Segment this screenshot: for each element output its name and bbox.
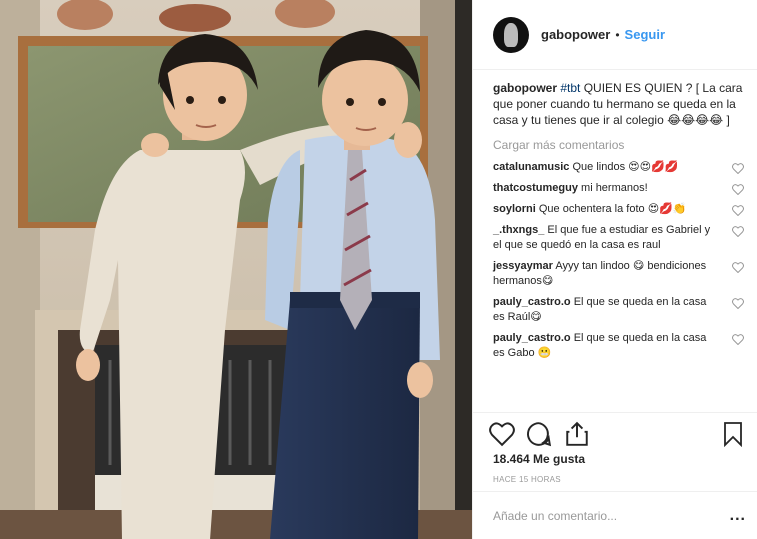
header-separator: •: [615, 27, 620, 42]
post-side-panel: gabopower • Seguir gabopower #tbt QUIEN …: [472, 0, 757, 539]
heart-icon[interactable]: [732, 205, 744, 216]
heart-icon[interactable]: [732, 334, 744, 345]
caption-username[interactable]: gabopower: [493, 81, 557, 95]
comment-username[interactable]: _.thxngs_: [493, 224, 544, 236]
comment-username[interactable]: pauly_castro.o: [493, 296, 571, 308]
comment-username[interactable]: pauly_castro.o: [493, 332, 571, 344]
photo-illustration: [0, 0, 472, 539]
avatar-figure: [504, 22, 518, 47]
comment-item: catalunamusic Que lindos 😍😍💋💋: [493, 160, 748, 175]
comment-username[interactable]: jessyaymar: [493, 260, 553, 272]
profile-avatar[interactable]: [493, 16, 529, 53]
ellipsis-icon[interactable]: ...: [730, 507, 746, 525]
heart-icon[interactable]: [732, 262, 744, 273]
like-count[interactable]: 18.464 Me gusta: [493, 452, 585, 466]
heart-icon[interactable]: [732, 163, 744, 174]
post-header: gabopower • Seguir: [473, 0, 757, 70]
post-caption: gabopower #tbt QUIEN ES QUIEN ? [ La car…: [493, 80, 748, 128]
follow-button[interactable]: Seguir: [625, 27, 665, 42]
comment-text: Que lindos 😍😍💋💋: [569, 161, 679, 173]
add-comment-bar: ...: [473, 491, 757, 539]
heart-icon[interactable]: [732, 184, 744, 195]
caption-hashtag[interactable]: #tbt: [560, 81, 580, 95]
post-photo[interactable]: [0, 0, 472, 539]
comments-list[interactable]: gabopower #tbt QUIEN ES QUIEN ? [ La car…: [473, 70, 757, 412]
comment-text: Que ochentera la foto 😍💋👏: [535, 203, 687, 215]
post-timestamp[interactable]: HACE 15 HORAS: [493, 475, 561, 484]
comment-item: pauly_castro.o El que se queda en la cas…: [493, 331, 748, 361]
heart-icon[interactable]: [489, 421, 515, 447]
action-bar: [473, 412, 757, 452]
comment-username[interactable]: thatcostumeguy: [493, 182, 578, 194]
comment-item: soylorni Que ochentera la foto 😍💋👏: [493, 202, 748, 217]
header-username[interactable]: gabopower: [541, 27, 610, 42]
comment-item: pauly_castro.o El que se queda en la cas…: [493, 295, 748, 325]
comment-item: jessyaymar Ayyy tan lindoo 😋 bendiciones…: [493, 259, 748, 289]
comment-username[interactable]: catalunamusic: [493, 161, 569, 173]
comment-item: thatcostumeguy mi hermanos!: [493, 181, 748, 196]
heart-icon[interactable]: [732, 298, 744, 309]
add-comment-input[interactable]: [493, 508, 730, 523]
comment-username[interactable]: soylorni: [493, 203, 536, 215]
load-more-comments[interactable]: Cargar más comentarios: [493, 138, 748, 152]
comment-bubble-icon[interactable]: [526, 421, 552, 447]
comment-text: mi hermanos!: [577, 182, 648, 194]
share-icon[interactable]: [564, 421, 590, 447]
heart-icon[interactable]: [732, 226, 744, 237]
comment-item: _.thxngs_ El que fue a estudiar es Gabri…: [493, 223, 748, 253]
bookmark-icon[interactable]: [722, 421, 744, 447]
